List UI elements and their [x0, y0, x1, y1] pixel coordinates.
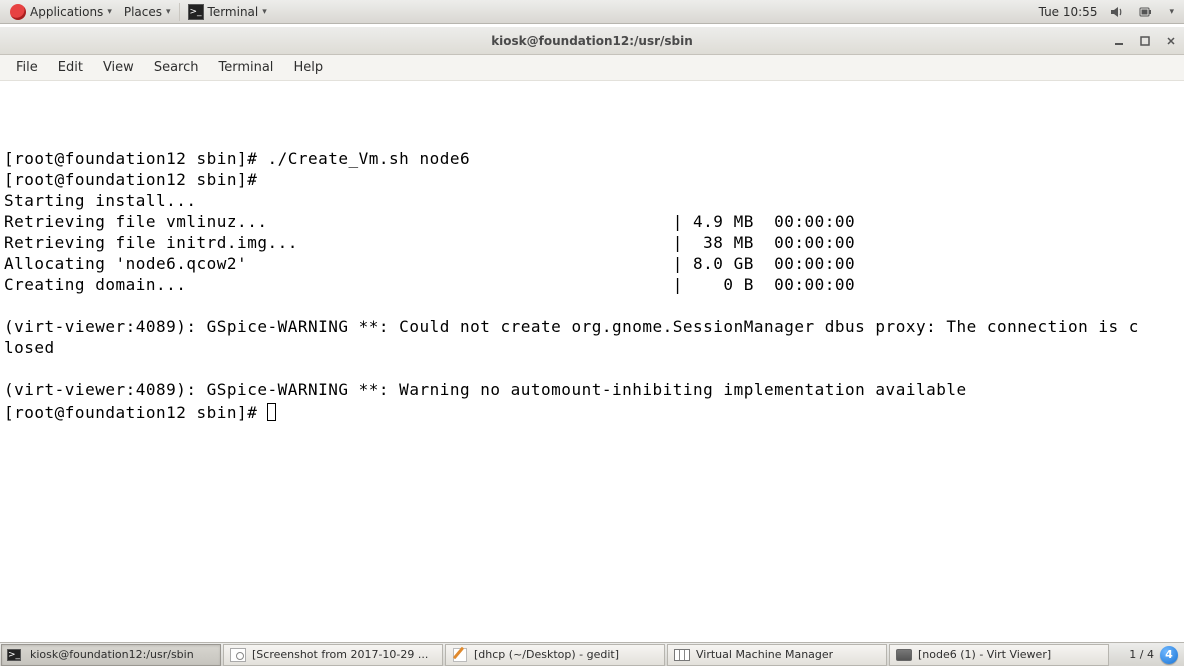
chevron-down-icon: ▾ [1169, 7, 1174, 17]
terminal-window: kiosk@foundation12:/usr/sbin File Edit V… [0, 27, 1184, 639]
chevron-down-icon: ▾ [166, 7, 171, 17]
gnome-bottom-bar: >_ kiosk@foundation12:/usr/sbin [Screens… [0, 642, 1184, 666]
menu-bar: File Edit View Search Terminal Help [0, 55, 1184, 81]
active-app-menu[interactable]: >_ Terminal ▾ [182, 0, 273, 24]
workspace-switcher[interactable]: 1 / 4 4 [1123, 643, 1184, 667]
volume-indicator[interactable] [1103, 0, 1131, 24]
taskbar-item-virt-viewer[interactable]: [node6 (1) - Virt Viewer] [889, 644, 1109, 666]
taskbar-item-screenshot[interactable]: [Screenshot from 2017-10-29 ... [223, 644, 443, 666]
task-label: [dhcp (~/Desktop) - gedit] [474, 648, 619, 661]
workspace-badge: 4 [1160, 646, 1178, 664]
menu-view[interactable]: View [93, 55, 144, 81]
system-menu[interactable]: ▾ [1159, 0, 1180, 24]
maximize-icon [1140, 36, 1150, 46]
task-label: Virtual Machine Manager [696, 648, 833, 661]
workspace-count: 1 / 4 [1129, 648, 1154, 661]
task-label: [node6 (1) - Virt Viewer] [918, 648, 1051, 661]
window-controls [1112, 27, 1178, 54]
battery-indicator[interactable] [1131, 0, 1159, 24]
applications-label: Applications [30, 5, 103, 19]
menu-help[interactable]: Help [283, 55, 333, 81]
terminal-body[interactable]: [root@foundation12 sbin]# ./Create_Vm.sh… [0, 81, 1184, 639]
applications-menu[interactable]: Applications ▾ [4, 0, 118, 24]
distro-logo-icon [10, 4, 26, 20]
maximize-button[interactable] [1138, 34, 1152, 48]
clock-label: Tue 10:55 [1039, 5, 1098, 19]
volume-icon [1109, 4, 1125, 20]
gnome-top-bar: Applications ▾ Places ▾ >_ Terminal ▾ Tu… [0, 0, 1184, 24]
close-icon [1166, 36, 1176, 46]
taskbar-item-virt-manager[interactable]: Virtual Machine Manager [667, 644, 887, 666]
task-label: kiosk@foundation12:/usr/sbin [30, 648, 194, 661]
window-titlebar[interactable]: kiosk@foundation12:/usr/sbin [0, 27, 1184, 55]
menu-terminal[interactable]: Terminal [208, 55, 283, 81]
minimize-button[interactable] [1112, 34, 1126, 48]
menu-search[interactable]: Search [144, 55, 209, 81]
taskbar-item-gedit[interactable]: [dhcp (~/Desktop) - gedit] [445, 644, 665, 666]
taskbar-item-terminal[interactable]: >_ kiosk@foundation12:/usr/sbin [1, 644, 221, 666]
chevron-down-icon: ▾ [107, 7, 112, 17]
task-label: [Screenshot from 2017-10-29 ... [252, 648, 428, 661]
virt-manager-icon [674, 647, 690, 663]
text-editor-icon [452, 647, 468, 663]
window-title: kiosk@foundation12:/usr/sbin [491, 34, 693, 48]
separator [179, 3, 180, 21]
active-app-label: Terminal [208, 5, 259, 19]
menu-file[interactable]: File [6, 55, 48, 81]
display-icon [896, 647, 912, 663]
minimize-icon [1114, 36, 1124, 46]
image-viewer-icon [230, 647, 246, 663]
terminal-icon: >_ [188, 4, 204, 20]
close-button[interactable] [1164, 34, 1178, 48]
menu-edit[interactable]: Edit [48, 55, 93, 81]
clock[interactable]: Tue 10:55 [1033, 0, 1104, 24]
places-menu[interactable]: Places ▾ [118, 0, 177, 24]
terminal-icon: >_ [8, 647, 24, 663]
chevron-down-icon: ▾ [262, 7, 267, 17]
terminal-cursor [267, 403, 276, 421]
places-label: Places [124, 5, 162, 19]
battery-icon [1137, 4, 1153, 20]
